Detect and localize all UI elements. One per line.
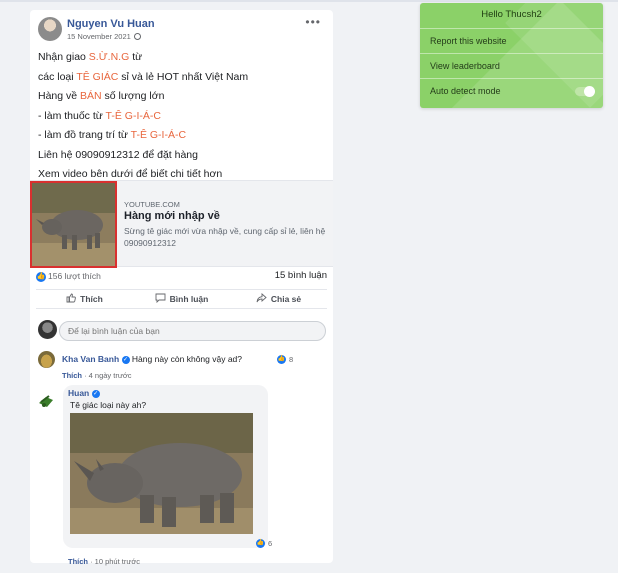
post-date[interactable]: 15 November 2021 bbox=[67, 32, 131, 41]
like-button[interactable]: Thích bbox=[36, 290, 133, 308]
post-text-line: Nhận giao S.Ừ.N.G từ bbox=[38, 48, 328, 68]
verified-badge-icon: ✓ bbox=[91, 389, 100, 398]
auto-detect-row: Auto detect mode bbox=[420, 78, 603, 102]
highlighted-text: BÁN bbox=[80, 90, 102, 102]
facebook-post: Nguyen Vu Huan 15 November 2021 ••• Nhận… bbox=[30, 10, 333, 566]
comment-like-link[interactable]: Thích bbox=[62, 371, 82, 380]
browser-top-border bbox=[0, 0, 618, 2]
highlighted-text: TÊ GIÁC bbox=[76, 70, 119, 83]
text-segment: sỉ và lẻ HOT nhất Việt Nam bbox=[118, 70, 249, 83]
text-segment: - làm đồ trang trí từ bbox=[38, 129, 131, 141]
commenter-name-wrap: Huan ✓ bbox=[68, 388, 100, 398]
commenter-name[interactable]: Huan bbox=[68, 388, 89, 398]
comment-bubble: Huan ✓ Tê giác loại này ah? bbox=[63, 385, 268, 548]
link-thumbnail-rhino[interactable] bbox=[30, 181, 117, 268]
comment-text: Hàng này còn không vậy ad? bbox=[131, 354, 243, 364]
thumbs-up-icon bbox=[66, 293, 77, 305]
comment-bubble: Kha Van Banh ✓ Hàng này còn không vậy ad… bbox=[62, 351, 242, 367]
share-button-label: Chia sẻ bbox=[270, 294, 302, 304]
reaction-count[interactable]: 8 bbox=[289, 355, 293, 364]
comment-item: Huan ✓ Tê giác loại này ah? 👍 6 Thích · … bbox=[38, 385, 327, 567]
current-user-avatar bbox=[38, 320, 57, 339]
view-leaderboard-item[interactable]: View leaderboard bbox=[420, 53, 603, 77]
text-segment: Xem video bên dưới để biết chi tiết hơn bbox=[38, 168, 223, 180]
like-reaction-icon: 👍 bbox=[277, 355, 286, 364]
extension-popup: Hello Thucsh2 Report this website View l… bbox=[420, 3, 603, 108]
post-meta: 15 November 2021 bbox=[67, 32, 141, 41]
globe-icon bbox=[133, 33, 141, 40]
comment-time: · 4 ngày trước bbox=[82, 371, 132, 380]
highlighted-text: S.Ừ.N.G bbox=[88, 51, 130, 63]
text-segment: Hàng về bbox=[38, 90, 81, 102]
like-badge-icon: 👍 bbox=[36, 272, 46, 282]
comments-count[interactable]: 15 bình luận bbox=[275, 270, 327, 281]
likes-count[interactable]: 156 lượt thích bbox=[48, 271, 101, 281]
author-name[interactable]: Nguyen Vu Huan bbox=[67, 18, 155, 30]
verified-badge-icon: ✓ bbox=[121, 355, 130, 364]
highlighted-text: T-Ê G-I-Á-C bbox=[105, 109, 161, 122]
post-text-line: - làm đồ trang trí từ T-Ê G-I-Á-C bbox=[38, 126, 328, 146]
comment-composer bbox=[38, 320, 327, 342]
comment-button-label: Bình luận bbox=[169, 294, 209, 304]
speech-bubble-icon bbox=[155, 293, 166, 305]
author-avatar[interactable] bbox=[38, 17, 62, 41]
post-text-line: các loại TÊ GIÁC sỉ và lẻ HOT nhất Việt … bbox=[38, 68, 328, 88]
link-title[interactable]: Hàng mới nhập về bbox=[124, 210, 220, 222]
post-header: Nguyen Vu Huan 15 November 2021 ••• bbox=[38, 15, 325, 43]
highlighted-text: T-Ê G-I-Á-C bbox=[130, 129, 187, 141]
commenter-avatar[interactable] bbox=[38, 393, 55, 410]
reaction-count[interactable]: 6 bbox=[268, 539, 272, 548]
post-actions: Thích Bình luận Chia sẻ bbox=[36, 289, 327, 309]
post-text-line: Hàng về BÁN số lượng lớn bbox=[38, 87, 328, 107]
comment-like-link[interactable]: Thích bbox=[68, 557, 88, 566]
comment-meta: Thích · 10 phút trước bbox=[68, 557, 140, 566]
text-segment: - làm thuốc từ bbox=[38, 109, 106, 122]
comment-text: Tê giác loại này ah? bbox=[70, 400, 147, 410]
comment-button[interactable]: Bình luận bbox=[133, 290, 230, 308]
auto-detect-toggle[interactable] bbox=[575, 86, 595, 97]
comment-meta: Thích · 4 ngày trước bbox=[62, 371, 132, 380]
text-segment: số lượng lớn bbox=[101, 90, 165, 102]
comment-time: · 10 phút trước bbox=[88, 557, 141, 566]
link-preview[interactable]: YOUTUBE.COM Hàng mới nhập về Sừng tê giá… bbox=[30, 180, 333, 268]
share-button[interactable]: Chia sẻ bbox=[230, 290, 327, 308]
text-segment: Nhận giao bbox=[38, 51, 89, 63]
toggle-knob bbox=[584, 86, 595, 97]
report-website-item[interactable]: Report this website bbox=[420, 28, 603, 52]
comment-image-rhino[interactable] bbox=[70, 413, 253, 534]
like-button-label: Thích bbox=[80, 294, 103, 304]
link-domain: YOUTUBE.COM bbox=[124, 200, 180, 209]
more-options-button[interactable]: ••• bbox=[305, 15, 321, 29]
share-arrow-icon bbox=[256, 293, 267, 305]
text-segment: các loại bbox=[38, 70, 77, 83]
commenter-avatar[interactable] bbox=[38, 351, 55, 368]
post-stats: 👍 156 lượt thích 15 bình luận bbox=[36, 270, 327, 284]
text-segment: Liên hệ 09090912312 để đặt hàng bbox=[38, 148, 198, 161]
post-text-line: Liên hệ 09090912312 để đặt hàng bbox=[38, 146, 328, 166]
post-text-line: - làm thuốc từ T-Ê G-I-Á-C bbox=[38, 107, 328, 127]
like-reaction-icon: 👍 bbox=[256, 539, 265, 548]
text-segment: từ bbox=[129, 51, 143, 63]
link-description: Sừng tê giác mới vừa nhập về, cung cấp s… bbox=[124, 226, 326, 248]
auto-detect-label: Auto detect mode bbox=[430, 86, 501, 96]
commenter-name[interactable]: Kha Van Banh bbox=[62, 354, 119, 364]
popup-greeting: Hello Thucsh2 bbox=[481, 9, 542, 20]
post-text: Nhận giao S.Ừ.N.G từ các loại TÊ GIÁC sỉ … bbox=[38, 48, 328, 185]
comment-input[interactable] bbox=[59, 321, 326, 341]
